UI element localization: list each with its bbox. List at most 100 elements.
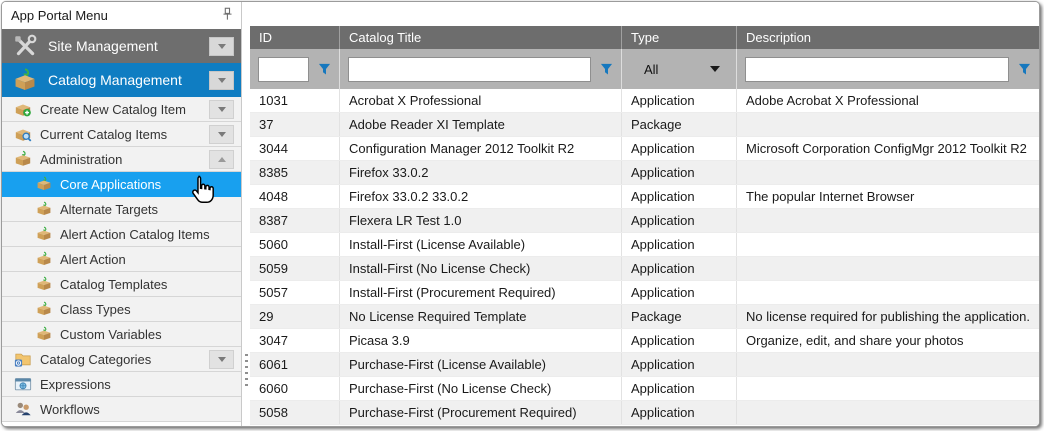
cell-type: Application: [622, 353, 737, 376]
table-row[interactable]: 8387 Flexera LR Test 1.0 Application: [250, 209, 1039, 233]
cell-catalog-title: Adobe Reader XI Template: [340, 113, 622, 136]
cell-type: Application: [622, 401, 737, 424]
sidebar-item-alert-action-catalog-items[interactable]: Alert Action Catalog Items: [2, 222, 241, 247]
table-row[interactable]: 3047 Picasa 3.9 Application Organize, ed…: [250, 329, 1039, 353]
cell-type: Application: [622, 209, 737, 232]
cell-id: 3044: [250, 137, 340, 160]
cell-catalog-title: Install-First (License Available): [340, 233, 622, 256]
expand-button[interactable]: [209, 37, 234, 56]
sidebar-item-label: Custom Variables: [60, 327, 241, 342]
cell-catalog-title: Picasa 3.9: [340, 329, 622, 352]
sidebar-item-core-applications[interactable]: Core Applications: [2, 172, 241, 197]
table-row[interactable]: 5057 Install-First (Procurement Required…: [250, 281, 1039, 305]
sidebar-item-alert-action[interactable]: Alert Action: [2, 247, 241, 272]
sidebar-item-label: Class Types: [60, 302, 241, 317]
sidebar-item-create-new-catalog-item[interactable]: Create New Catalog Item: [2, 97, 241, 122]
cell-description: [737, 161, 1039, 184]
type-filter-dropdown[interactable]: All: [630, 57, 728, 82]
package-icon: [36, 201, 52, 217]
grid-filter-row: All: [250, 49, 1039, 89]
table-row[interactable]: 5058 Purchase-First (Procurement Require…: [250, 401, 1039, 425]
panel-splitter[interactable]: [242, 2, 250, 426]
sidebar-item-custom-variables[interactable]: Custom Variables: [2, 322, 241, 347]
sidebar-item-workflows[interactable]: Workflows: [2, 397, 241, 422]
title-filter-cell: [340, 49, 622, 89]
sidebar-item-label: Catalog Templates: [60, 277, 241, 292]
sidebar-item-catalog-templates[interactable]: Catalog Templates: [2, 272, 241, 297]
sidebar-item-label: Create New Catalog Item: [40, 102, 209, 117]
package-icon: [36, 176, 52, 192]
collapse-button[interactable]: [209, 150, 234, 169]
table-row[interactable]: 8385 Firefox 33.0.2 Application: [250, 161, 1039, 185]
id-filter-cell: [250, 49, 340, 89]
package-icon: [36, 326, 52, 342]
sidebar-item-alternate-targets[interactable]: Alternate Targets: [2, 197, 241, 222]
table-row[interactable]: 3044 Configuration Manager 2012 Toolkit …: [250, 137, 1039, 161]
sidebar-item-label: Administration: [40, 152, 209, 167]
sidebar-group-site-management[interactable]: Site Management: [2, 29, 241, 63]
expand-button[interactable]: [209, 125, 234, 144]
id-filter-input[interactable]: [258, 57, 309, 82]
filter-funnel-icon[interactable]: [600, 63, 613, 76]
expand-button[interactable]: [209, 350, 234, 369]
description-filter-input[interactable]: [745, 57, 1009, 82]
column-header-type[interactable]: Type: [622, 26, 737, 49]
cell-description: [737, 233, 1039, 256]
filter-funnel-icon[interactable]: [318, 63, 331, 76]
cell-id: 37: [250, 113, 340, 136]
sidebar-item-label: Workflows: [40, 402, 241, 417]
cell-id: 6060: [250, 377, 340, 400]
column-header-catalog-title[interactable]: Catalog Title: [340, 26, 622, 49]
cell-description: Adobe Acrobat X Professional: [737, 89, 1039, 112]
cell-catalog-title: Acrobat X Professional: [340, 89, 622, 112]
package-icon: [36, 301, 52, 317]
sidebar-item-catalog-categories[interactable]: Catalog Categories: [2, 347, 241, 372]
table-row[interactable]: 5059 Install-First (No License Check) Ap…: [250, 257, 1039, 281]
sidebar-item-expressions[interactable]: Expressions: [2, 372, 241, 397]
cell-id: 5059: [250, 257, 340, 280]
package-icon: [14, 150, 32, 168]
table-row[interactable]: 1031 Acrobat X Professional Application …: [250, 89, 1039, 113]
sidebar-item-administration[interactable]: Administration: [2, 147, 241, 172]
sidebar-header: App Portal Menu: [2, 2, 241, 29]
catalog-title-filter-input[interactable]: [348, 57, 591, 82]
cell-description: [737, 377, 1039, 400]
column-header-description[interactable]: Description: [737, 26, 1039, 49]
cell-type: Application: [622, 185, 737, 208]
cell-type: Package: [622, 305, 737, 328]
sidebar-group-catalog-management[interactable]: Catalog Management: [2, 63, 241, 97]
grid-column-headers: ID Catalog Title Type Description: [250, 26, 1039, 49]
cell-catalog-title: Purchase-First (Procurement Required): [340, 401, 622, 424]
cell-description: Microsoft Corporation ConfigMgr 2012 Too…: [737, 137, 1039, 160]
cell-type: Application: [622, 281, 737, 304]
cell-id: 29: [250, 305, 340, 328]
expand-button[interactable]: [209, 100, 234, 119]
sidebar-item-label: Core Applications: [60, 177, 241, 192]
cell-catalog-title: Flexera LR Test 1.0: [340, 209, 622, 232]
cell-catalog-title: Firefox 33.0.2: [340, 161, 622, 184]
splitter-grip-icon[interactable]: [245, 354, 248, 388]
table-row[interactable]: 5060 Install-First (License Available) A…: [250, 233, 1039, 257]
table-row[interactable]: 6061 Purchase-First (License Available) …: [250, 353, 1039, 377]
cell-id: 5057: [250, 281, 340, 304]
sidebar-item-label: Current Catalog Items: [40, 127, 209, 142]
chevron-down-icon: [710, 66, 720, 72]
table-row[interactable]: 4048 Firefox 33.0.2 33.0.2 Application T…: [250, 185, 1039, 209]
sidebar-group-label: Catalog Management: [48, 72, 209, 88]
pin-icon[interactable]: [222, 7, 233, 25]
sidebar-title: App Portal Menu: [11, 8, 222, 23]
cell-id: 5058: [250, 401, 340, 424]
table-row[interactable]: 37 Adobe Reader XI Template Package: [250, 113, 1039, 137]
expand-button[interactable]: [209, 71, 234, 90]
sidebar-item-current-catalog-items[interactable]: Current Catalog Items: [2, 122, 241, 147]
column-header-id[interactable]: ID: [250, 26, 340, 49]
filter-funnel-icon[interactable]: [1018, 63, 1031, 76]
cell-type: Application: [622, 233, 737, 256]
cell-catalog-title: No License Required Template: [340, 305, 622, 328]
cell-id: 5060: [250, 233, 340, 256]
cell-type: Application: [622, 329, 737, 352]
table-row[interactable]: 6060 Purchase-First (No License Check) A…: [250, 377, 1039, 401]
type-filter-cell: All: [622, 49, 737, 89]
sidebar-item-class-types[interactable]: Class Types: [2, 297, 241, 322]
table-row[interactable]: 29 No License Required Template Package …: [250, 305, 1039, 329]
